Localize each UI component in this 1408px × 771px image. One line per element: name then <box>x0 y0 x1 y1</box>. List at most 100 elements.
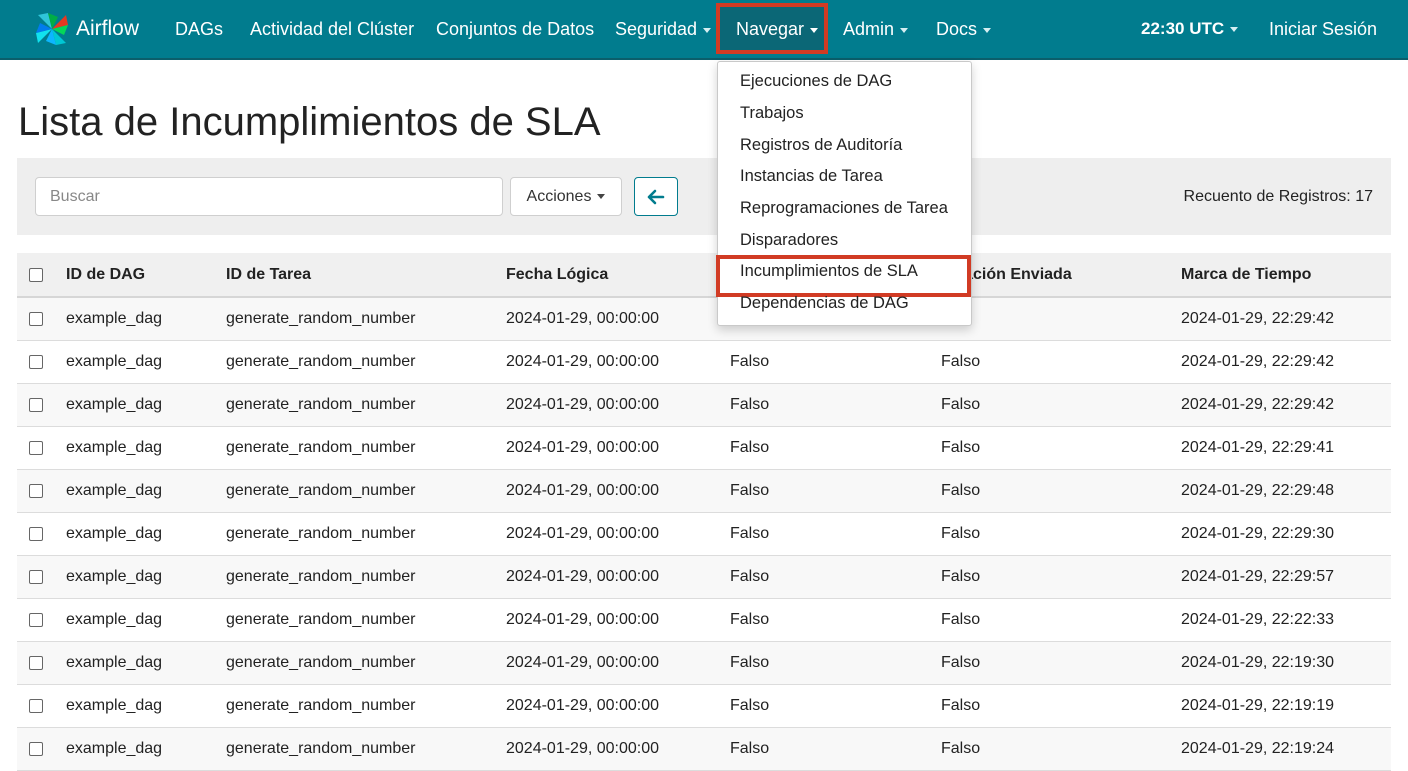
browse-dropdown-menu: Ejecuciones de DAG Trabajos Registros de A… <box>716 61 972 326</box>
task-id-cell: generate_random_number <box>226 524 416 542</box>
task-id-cell: generate_random_number <box>226 309 416 327</box>
column-header-dag-id[interactable]: ID de DAG <box>54 253 214 298</box>
row-checkbox[interactable] <box>29 612 43 627</box>
row-checkbox[interactable] <box>29 569 43 584</box>
record-count: Recuento de Registros: 17 <box>1183 188 1373 205</box>
table-row: example_dag generate_random_number 2024-01… <box>17 297 1391 340</box>
login-link[interactable]: Iniciar Sesión <box>1269 0 1377 58</box>
notification-sent-cell: Falso <box>941 481 981 499</box>
dag-id-cell: example_dag <box>66 696 163 714</box>
task-id-cell: generate_random_number <box>226 352 416 370</box>
row-checkbox[interactable] <box>29 526 43 541</box>
table-row: example_dag generate_random_number 2024-01… <box>17 727 1391 770</box>
nav-security-dropdown[interactable]: Seguridad <box>615 0 712 58</box>
nav-datasets[interactable]: Conjuntos de Datos <box>436 0 594 58</box>
table-row: example_dag generate_random_number 2024-01… <box>17 555 1391 598</box>
timestamp-cell: 2024-01-29, 22:19:19 <box>1181 696 1335 714</box>
row-checkbox[interactable] <box>29 483 43 498</box>
nav-cluster-activity[interactable]: Actividad del Clúster <box>250 0 414 58</box>
nav-dags[interactable]: DAGs <box>175 0 223 58</box>
back-button[interactable] <box>634 177 678 216</box>
menu-item-sla-misses[interactable]: Incumplimientos de SLA <box>740 262 918 281</box>
search-input[interactable] <box>35 177 503 216</box>
list-toolbar: Acciones Recuento de Registros: 17 <box>17 158 1391 235</box>
sla-misses-table-container: ID de DAG ID de Tarea Fecha Lógica ifica… <box>17 253 1391 771</box>
row-checkbox[interactable] <box>29 698 43 713</box>
table-row: example_dag generate_random_number 2024-01… <box>17 684 1391 727</box>
email-sent-cell: Falso <box>730 653 770 671</box>
notification-sent-cell: Falso <box>941 696 981 714</box>
timezone-dropdown[interactable]: 22:30 UTC <box>1141 0 1239 58</box>
brand-logo-link[interactable]: Airflow <box>32 8 139 50</box>
dag-id-cell: example_dag <box>66 567 163 585</box>
dag-id-cell: example_dag <box>66 395 163 413</box>
menu-item-task-instances[interactable]: Instancias de Tarea <box>740 167 883 186</box>
timestamp-cell: 2024-01-29, 22:19:30 <box>1181 653 1335 671</box>
task-id-cell: generate_random_number <box>226 653 416 671</box>
select-all-checkbox[interactable] <box>29 267 43 282</box>
row-checkbox[interactable] <box>29 354 43 369</box>
column-header-logical-date[interactable]: Fecha Lógica <box>494 253 718 298</box>
email-sent-cell: Falso <box>730 438 770 456</box>
timestamp-cell: 2024-01-29, 22:29:57 <box>1181 567 1335 585</box>
task-id-cell: generate_random_number <box>226 739 416 757</box>
nav-docs-dropdown[interactable]: Docs <box>936 0 992 58</box>
email-sent-cell: Falso <box>730 481 770 499</box>
dag-id-cell: example_dag <box>66 438 163 456</box>
logical-date-cell: 2024-01-29, 00:00:00 <box>506 610 660 628</box>
timestamp-cell: 2024-01-29, 22:29:41 <box>1181 438 1335 456</box>
email-sent-cell: Falso <box>730 395 770 413</box>
nav-admin-dropdown[interactable]: Admin <box>843 0 909 58</box>
menu-item-task-reschedules[interactable]: Reprogramaciones de Tarea <box>740 199 948 218</box>
menu-item-dag-dependencies[interactable]: Dependencias de DAG <box>740 294 909 313</box>
timestamp-cell: 2024-01-29, 22:29:42 <box>1181 395 1335 413</box>
row-select-cell <box>17 598 54 641</box>
table-row: example_dag generate_random_number 2024-01… <box>17 598 1391 641</box>
dag-id-cell: example_dag <box>66 524 163 542</box>
timestamp-cell: 2024-01-29, 22:19:24 <box>1181 739 1335 757</box>
dag-id-cell: example_dag <box>66 653 163 671</box>
chevron-down-icon <box>810 27 819 33</box>
email-sent-cell: Falso <box>730 524 770 542</box>
chevron-down-icon <box>1230 27 1239 33</box>
column-header-timestamp[interactable]: Marca de Tiempo <box>1169 253 1391 298</box>
menu-item-audit-logs[interactable]: Registros de Auditoría <box>740 136 902 155</box>
row-checkbox[interactable] <box>29 655 43 670</box>
nav-browse-dropdown[interactable]: Navegar <box>716 3 828 54</box>
menu-item-triggers[interactable]: Disparadores <box>740 231 838 250</box>
notification-sent-cell: Falso <box>941 352 981 370</box>
chevron-down-icon <box>703 27 712 33</box>
row-checkbox[interactable] <box>29 741 43 756</box>
row-checkbox[interactable] <box>29 397 43 412</box>
chevron-down-icon <box>900 27 909 33</box>
task-id-cell: generate_random_number <box>226 696 416 714</box>
email-sent-cell: Falso <box>730 739 770 757</box>
notification-sent-cell: Falso <box>941 395 981 413</box>
menu-item-dag-runs[interactable]: Ejecuciones de DAG <box>740 72 892 91</box>
sla-misses-table: ID de DAG ID de Tarea Fecha Lógica ifica… <box>17 253 1391 771</box>
column-header-task-id[interactable]: ID de Tarea <box>214 253 494 298</box>
task-id-cell: generate_random_number <box>226 567 416 585</box>
timestamp-cell: 2024-01-29, 22:29:30 <box>1181 524 1335 542</box>
notification-sent-cell: Falso <box>941 610 981 628</box>
row-select-cell <box>17 512 54 555</box>
email-sent-cell: Falso <box>730 567 770 585</box>
arrow-left-icon <box>647 189 665 204</box>
table-row: example_dag generate_random_number 2024-01… <box>17 512 1391 555</box>
dag-id-cell: example_dag <box>66 352 163 370</box>
logical-date-cell: 2024-01-29, 00:00:00 <box>506 309 660 327</box>
actions-dropdown-button[interactable]: Acciones <box>510 177 622 216</box>
row-checkbox[interactable] <box>29 311 43 326</box>
timestamp-cell: 2024-01-29, 22:29:42 <box>1181 309 1335 327</box>
row-checkbox[interactable] <box>29 440 43 455</box>
row-select-cell <box>17 727 54 770</box>
logical-date-cell: 2024-01-29, 00:00:00 <box>506 739 660 757</box>
chevron-down-icon <box>983 27 992 33</box>
table-row: example_dag generate_random_number 2024-01… <box>17 340 1391 383</box>
menu-item-jobs[interactable]: Trabajos <box>740 104 804 123</box>
logical-date-cell: 2024-01-29, 00:00:00 <box>506 524 660 542</box>
row-select-cell <box>17 641 54 684</box>
task-id-cell: generate_random_number <box>226 481 416 499</box>
row-select-cell <box>17 684 54 727</box>
page-title: Lista de Incumplimientos de SLA <box>18 100 601 144</box>
